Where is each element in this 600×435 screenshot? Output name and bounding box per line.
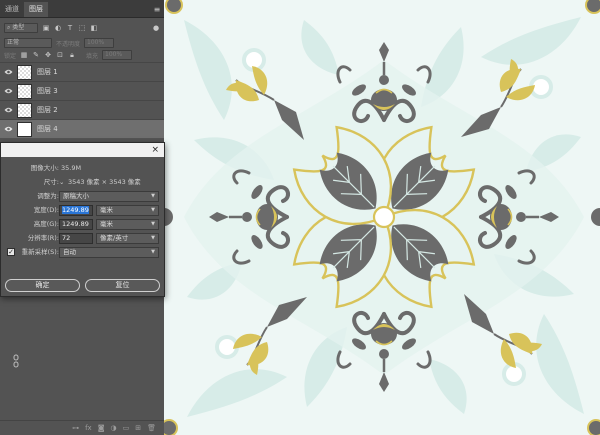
layer-style-icon[interactable]: fx <box>85 424 92 432</box>
link-layers-icon[interactable]: ⊶ <box>72 424 79 432</box>
constrain-proportions-icon[interactable] <box>13 354 19 368</box>
layer-row[interactable]: 图层 1 <box>0 62 164 81</box>
filter-search-icon: ⌕ <box>7 24 11 31</box>
resample-checkbox[interactable]: ✓ <box>7 248 15 256</box>
delete-layer-icon[interactable]: 🗑︎ <box>147 424 156 432</box>
fit-to-value: 原稿大小 <box>63 192 89 200</box>
dimensions-row: 尺寸: ⌄ 3543 像素 × 3543 像素 <box>1 177 166 188</box>
chevron-down-icon: ▼ <box>151 193 155 199</box>
resample-label: 重新采样(S): <box>21 248 59 256</box>
layer-row-selected[interactable]: 图层 4 <box>0 119 164 138</box>
width-value: 1249.89 <box>62 206 89 214</box>
chevron-down-icon: ▼ <box>151 207 155 213</box>
image-size-row: 图像大小: 35.9M <box>1 163 166 174</box>
eye-icon[interactable] <box>3 86 13 96</box>
filter-toggle-icon[interactable]: ● <box>152 24 160 32</box>
lock-transparency-icon[interactable]: ▦ <box>20 51 28 59</box>
width-unit: 毫米 <box>100 206 113 214</box>
height-unit: 毫米 <box>100 220 113 228</box>
layer-mask-icon[interactable]: ◙ <box>98 424 105 432</box>
chevron-down-icon: ▼ <box>151 221 155 227</box>
chevron-down-icon: ▼ <box>151 249 155 255</box>
tab-layers[interactable]: 图层 <box>24 2 48 17</box>
new-layer-icon[interactable]: ⊞ <box>135 424 141 432</box>
fit-to-label: 调整为: <box>37 192 59 200</box>
dimensions-value: 3543 像素 × 3543 像素 <box>68 178 141 186</box>
panel-tab-bar: 通道 图层 ≡ <box>0 0 164 18</box>
height-input[interactable]: 1249.89 <box>59 219 93 230</box>
filter-shape-icon[interactable]: ⬚ <box>78 24 86 32</box>
height-value: 1249.89 <box>62 220 89 228</box>
image-size-value: 35.9M <box>61 164 82 172</box>
layer-name: 图层 3 <box>37 87 58 95</box>
reset-button[interactable]: 复位 <box>85 279 160 292</box>
fill-input[interactable]: 100% <box>102 50 133 60</box>
resolution-row: 分辨率(R): 72 像素/英寸 ▼ <box>1 233 166 244</box>
chevron-down-icon: ▼ <box>151 235 155 241</box>
resolution-unit: 像素/英寸 <box>100 234 129 242</box>
layer-row[interactable]: 图层 2 <box>0 100 164 119</box>
filter-kind-select[interactable]: ⌕ 类型 <box>4 23 38 33</box>
fill-label: 填充 <box>86 52 99 60</box>
lock-move-icon[interactable]: ✥ <box>44 51 52 59</box>
filter-smart-object-icon[interactable]: ◧ <box>90 24 98 32</box>
dialog-titlebar[interactable]: × <box>1 143 164 157</box>
layer-row[interactable]: 图层 3 <box>0 81 164 100</box>
lock-all-icon[interactable]: 🔒︎ <box>68 51 76 59</box>
width-input[interactable]: 1249.89 <box>59 205 93 216</box>
filter-pixel-icon[interactable]: ▣ <box>42 24 50 32</box>
eye-icon[interactable] <box>3 105 13 115</box>
layer-thumbnail <box>17 83 32 99</box>
layer-thumbnail <box>17 102 32 118</box>
resolution-unit-select[interactable]: 像素/英寸 ▼ <box>96 233 159 244</box>
lock-label: 锁定 <box>4 52 17 60</box>
resample-value: 自动 <box>63 248 76 256</box>
height-row: 高度(G): 1249.89 毫米 ▼ <box>1 219 166 230</box>
resample-row: ✓ 重新采样(S): 自动 ▼ <box>1 247 166 258</box>
layer-thumbnail <box>17 64 32 80</box>
new-group-icon[interactable]: ▭ <box>123 424 130 432</box>
tab-channels[interactable]: 通道 <box>0 2 24 17</box>
image-size-dialog: × 图像大小: 35.9M 尺寸: ⌄ 3543 像素 × 3543 像素 调整… <box>0 142 166 368</box>
blend-row: 正常 不透明度 100% <box>0 37 164 49</box>
resolution-input[interactable]: 72 <box>59 233 93 244</box>
resample-select[interactable]: 自动 ▼ <box>59 247 159 258</box>
blend-mode-select[interactable]: 正常 <box>4 38 52 48</box>
filter-kind-label: 类型 <box>12 24 25 31</box>
dimensions-dropdown-icon[interactable]: ⌄ <box>59 177 64 188</box>
image-size-label: 图像大小: <box>30 164 59 172</box>
width-row: 宽度(D): 1249.89 毫米 ▼ <box>1 205 166 216</box>
layer-thumbnail <box>17 121 32 137</box>
close-icon[interactable]: × <box>151 143 159 157</box>
lock-artboard-icon[interactable]: ⊡ <box>56 51 64 59</box>
panel-footer: ⊶ fx ◙ ◑ ▭ ⊞ 🗑︎ <box>0 420 164 435</box>
layer-list: 图层 1 图层 3 图层 2 图层 4 <box>0 62 164 138</box>
filter-type-icon[interactable]: T <box>66 24 74 32</box>
lock-brush-icon[interactable]: ✎ <box>32 51 40 59</box>
resolution-value: 72 <box>62 234 71 242</box>
filter-adjustment-icon[interactable]: ◐ <box>54 24 62 32</box>
layer-name: 图层 4 <box>37 125 58 133</box>
width-unit-select[interactable]: 毫米 ▼ <box>96 205 159 216</box>
eye-icon[interactable] <box>3 124 13 134</box>
ornament-artwork <box>164 0 600 435</box>
fit-to-row: 调整为: 原稿大小 ▼ <box>1 191 166 202</box>
ok-button[interactable]: 确定 <box>5 279 80 292</box>
lock-row: 锁定 ▦ ✎ ✥ ⊡ 🔒︎ 填充 100% <box>0 49 164 61</box>
resolution-label: 分辨率(R): <box>27 234 59 242</box>
height-label: 高度(G): <box>33 220 59 228</box>
layer-name: 图层 2 <box>37 106 58 114</box>
adjustment-layer-icon[interactable]: ◑ <box>111 424 117 432</box>
opacity-input[interactable]: 100% <box>84 38 115 48</box>
opacity-label: 不透明度 <box>56 40 81 48</box>
height-unit-select[interactable]: 毫米 ▼ <box>96 219 159 230</box>
dimensions-label: 尺寸: <box>43 178 59 186</box>
document-canvas[interactable] <box>164 0 600 435</box>
layer-name: 图层 1 <box>37 68 58 76</box>
panel-menu-icon[interactable]: ≡ <box>150 2 164 17</box>
eye-icon[interactable] <box>3 67 13 77</box>
layer-filter-row: ⌕ 类型 ▣ ◐ T ⬚ ◧ ● <box>0 22 164 34</box>
width-label: 宽度(D): <box>33 206 59 214</box>
fit-to-select[interactable]: 原稿大小 ▼ <box>59 191 159 202</box>
